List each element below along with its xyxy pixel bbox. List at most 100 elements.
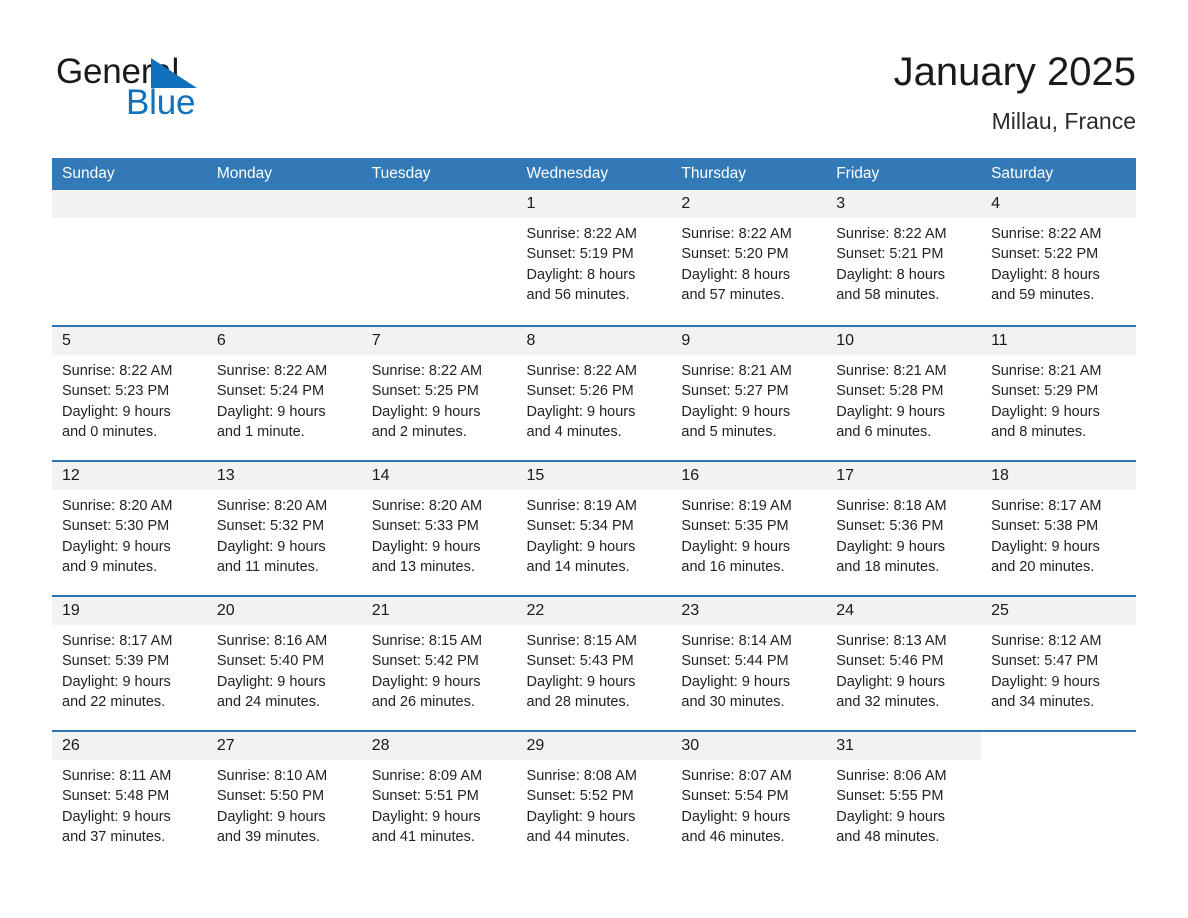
day-cell-7[interactable]: 7 Sunrise: 8:22 AM Sunset: 5:25 PM Daylight… — [361, 325, 517, 460]
day-details — [981, 760, 1136, 766]
day-cell-31[interactable]: 31 Sunrise: 8:06 AM Sunset: 5:55 PM Dayligh… — [826, 730, 982, 865]
day-cell-14[interactable]: 14 Sunrise: 8:20 AM Sunset: 5:33 PM Dayligh… — [361, 460, 517, 595]
day-detail-line: Daylight: 9 hours — [62, 538, 171, 555]
day-detail-line: and 20 minutes. — [991, 558, 1095, 575]
day-cell-12[interactable]: 12 Sunrise: 8:20 AM Sunset: 5:30 PM Dayligh… — [52, 460, 207, 595]
day-cell-3[interactable]: 3 Sunrise: 8:22 AM Sunset: 5:21 PM Daylight… — [826, 190, 982, 325]
day-detail-line: Sunset: 5:30 PM — [62, 518, 170, 535]
day-number: 23 — [681, 602, 700, 619]
day-number-band: 16 — [671, 462, 827, 490]
day-cell-28[interactable]: 28 Sunrise: 8:09 AM Sunset: 5:51 PM Dayligh… — [361, 730, 517, 865]
day-cell-20[interactable]: 20 Sunrise: 8:16 AM Sunset: 5:40 PM Dayligh… — [206, 595, 362, 730]
day-cell-13[interactable]: 13 Sunrise: 8:20 AM Sunset: 5:32 PM Dayligh… — [206, 460, 362, 595]
calendar-cell: 30 Sunrise: 8:07 AM Sunset: 5:54 PM Dayligh… — [671, 730, 827, 865]
day-detail-line: and 13 minutes. — [371, 558, 475, 575]
day-number: 8 — [526, 332, 536, 349]
day-cell-1[interactable]: 1 Sunrise: 8:22 AM Sunset: 5:19 PM Daylight… — [516, 190, 672, 325]
day-number-band: 13 — [206, 462, 362, 490]
day-detail-line: Sunrise: 8:15 AM — [526, 633, 637, 649]
day-number: 4 — [991, 195, 1000, 212]
day-detail-line: Sunrise: 8:22 AM — [526, 226, 637, 242]
day-detail-line: Sunset: 5:47 PM — [991, 653, 1099, 670]
day-cell-23[interactable]: 23 Sunrise: 8:14 AM Sunset: 5:44 PM Dayligh… — [671, 595, 827, 730]
day-cell-21[interactable]: 21 Sunrise: 8:15 AM Sunset: 5:42 PM Dayligh… — [361, 595, 517, 730]
day-detail-line: Daylight: 8 hours — [681, 266, 791, 283]
day-cell-19[interactable]: 19 Sunrise: 8:17 AM Sunset: 5:39 PM Dayligh… — [52, 595, 207, 730]
day-details: Sunrise: 8:21 AM Sunset: 5:27 PM Daylight:… — [671, 355, 826, 442]
day-detail-line: Sunrise: 8:14 AM — [681, 633, 792, 649]
day-detail-line: Daylight: 9 hours — [836, 403, 946, 420]
day-detail-line: Daylight: 9 hours — [526, 403, 636, 420]
day-cell-18[interactable]: 18 Sunrise: 8:17 AM Sunset: 5:38 PM Dayligh… — [981, 460, 1136, 595]
day-cell-9[interactable]: 9 Sunrise: 8:21 AM Sunset: 5:27 PM Daylight… — [671, 325, 827, 460]
day-cell-25[interactable]: 25 Sunrise: 8:12 AM Sunset: 5:47 PM Dayligh… — [981, 595, 1136, 730]
day-detail-line: Sunrise: 8:06 AM — [836, 768, 947, 784]
day-detail-line: Sunrise: 8:13 AM — [836, 633, 947, 649]
day-detail-line: Sunrise: 8:17 AM — [991, 498, 1102, 514]
calendar-week-row: 26 Sunrise: 8:11 AM Sunset: 5:48 PM Dayligh… — [52, 730, 1136, 865]
day-detail-line: and 14 minutes. — [526, 558, 630, 575]
day-detail-line: Daylight: 8 hours — [836, 266, 946, 283]
calendar-page: General Blue January 2025 Millau, France… — [0, 0, 1188, 918]
day-details: Sunrise: 8:22 AM Sunset: 5:26 PM Daylight:… — [517, 355, 672, 442]
triangle-logo-mark-icon — [151, 58, 197, 88]
calendar-cell: 17 Sunrise: 8:18 AM Sunset: 5:36 PM Dayligh… — [826, 460, 982, 595]
day-cell-27[interactable]: 27 Sunrise: 8:10 AM Sunset: 5:50 PM Dayligh… — [206, 730, 362, 865]
day-detail-line: Sunrise: 8:22 AM — [836, 226, 947, 242]
day-cell-26[interactable]: 26 Sunrise: 8:11 AM Sunset: 5:48 PM Dayligh… — [52, 730, 207, 865]
day-number: 1 — [526, 195, 536, 212]
day-number: 12 — [62, 467, 80, 484]
day-detail-line: Sunrise: 8:16 AM — [216, 633, 328, 649]
calendar-cell: 1 Sunrise: 8:22 AM Sunset: 5:19 PM Daylight… — [516, 190, 672, 325]
calendar-cell: 16 Sunrise: 8:19 AM Sunset: 5:35 PM Dayligh… — [671, 460, 827, 595]
day-cell-2[interactable]: 2 Sunrise: 8:22 AM Sunset: 5:20 PM Daylight… — [671, 190, 827, 325]
day-detail-line: and 26 minutes. — [371, 693, 475, 710]
day-detail-line: and 6 minutes. — [836, 423, 932, 440]
day-detail-line: Daylight: 9 hours — [62, 673, 171, 690]
day-detail-line: Sunset: 5:35 PM — [681, 518, 789, 535]
day-detail-line: Sunrise: 8:19 AM — [526, 498, 637, 514]
calendar-cell — [981, 730, 1136, 865]
day-cell-24[interactable]: 24 Sunrise: 8:13 AM Sunset: 5:46 PM Dayligh… — [826, 595, 982, 730]
day-cell-5[interactable]: 5 Sunrise: 8:22 AM Sunset: 5:23 PM Daylight… — [52, 325, 207, 460]
calendar-cell: 26 Sunrise: 8:11 AM Sunset: 5:48 PM Dayligh… — [52, 730, 207, 865]
day-detail-line: and 44 minutes. — [526, 828, 630, 845]
day-cell-10[interactable]: 10 Sunrise: 8:21 AM Sunset: 5:28 PM Dayligh… — [826, 325, 982, 460]
calendar-body: 1 Sunrise: 8:22 AM Sunset: 5:19 PM Daylight… — [52, 190, 1136, 865]
day-number: 14 — [371, 467, 390, 484]
day-cell-22[interactable]: 22 Sunrise: 8:15 AM Sunset: 5:43 PM Dayligh… — [516, 595, 672, 730]
day-detail-line: Sunset: 5:54 PM — [681, 788, 789, 805]
page-title: January 2025 — [893, 50, 1136, 94]
general-blue-logo[interactable]: General Blue — [56, 46, 316, 120]
day-cell-17[interactable]: 17 Sunrise: 8:18 AM Sunset: 5:36 PM Dayligh… — [826, 460, 982, 595]
page-header: General Blue January 2025 Millau, France — [0, 0, 1188, 158]
day-cell-6[interactable]: 6 Sunrise: 8:22 AM Sunset: 5:24 PM Daylight… — [206, 325, 362, 460]
day-cell-11[interactable]: 11 Sunrise: 8:21 AM Sunset: 5:29 PM Dayligh… — [981, 325, 1136, 460]
day-detail-line: Daylight: 9 hours — [991, 673, 1100, 690]
weekday-header-thursday: Thursday — [671, 158, 827, 190]
weekday-header-tuesday: Tuesday — [361, 158, 517, 190]
day-detail-line: Daylight: 9 hours — [371, 673, 481, 690]
day-number: 16 — [681, 467, 700, 484]
day-cell-15[interactable]: 15 Sunrise: 8:19 AM Sunset: 5:34 PM Dayligh… — [516, 460, 672, 595]
day-cell-16[interactable]: 16 Sunrise: 8:19 AM Sunset: 5:35 PM Dayligh… — [671, 460, 827, 595]
day-cell-29[interactable]: 29 Sunrise: 8:08 AM Sunset: 5:52 PM Dayligh… — [516, 730, 672, 865]
day-number-band: 18 — [981, 462, 1136, 490]
day-detail-line: Sunset: 5:38 PM — [991, 518, 1099, 535]
day-number-band: 1 — [516, 190, 672, 218]
weekday-header-saturday: Saturday — [981, 158, 1136, 190]
calendar-week-row: 5 Sunrise: 8:22 AM Sunset: 5:23 PM Daylight… — [52, 325, 1136, 460]
day-detail-line: Sunset: 5:19 PM — [526, 246, 634, 263]
day-detail-line: Daylight: 9 hours — [62, 808, 171, 825]
day-number-band: 21 — [361, 597, 517, 625]
day-detail-line: and 1 minute. — [216, 423, 305, 440]
day-number-band: 6 — [206, 327, 362, 355]
day-details: Sunrise: 8:21 AM Sunset: 5:28 PM Daylight:… — [826, 355, 981, 442]
day-detail-line: and 56 minutes. — [526, 286, 630, 303]
day-cell-30[interactable]: 30 Sunrise: 8:07 AM Sunset: 5:54 PM Dayligh… — [671, 730, 827, 865]
day-cell-4[interactable]: 4 Sunrise: 8:22 AM Sunset: 5:22 PM Daylight… — [981, 190, 1136, 325]
day-detail-line: Sunset: 5:39 PM — [62, 653, 170, 670]
calendar-cell: 12 Sunrise: 8:20 AM Sunset: 5:30 PM Dayligh… — [52, 460, 207, 595]
day-detail-line: Sunset: 5:33 PM — [371, 518, 479, 535]
day-cell-8[interactable]: 8 Sunrise: 8:22 AM Sunset: 5:26 PM Daylight… — [516, 325, 672, 460]
